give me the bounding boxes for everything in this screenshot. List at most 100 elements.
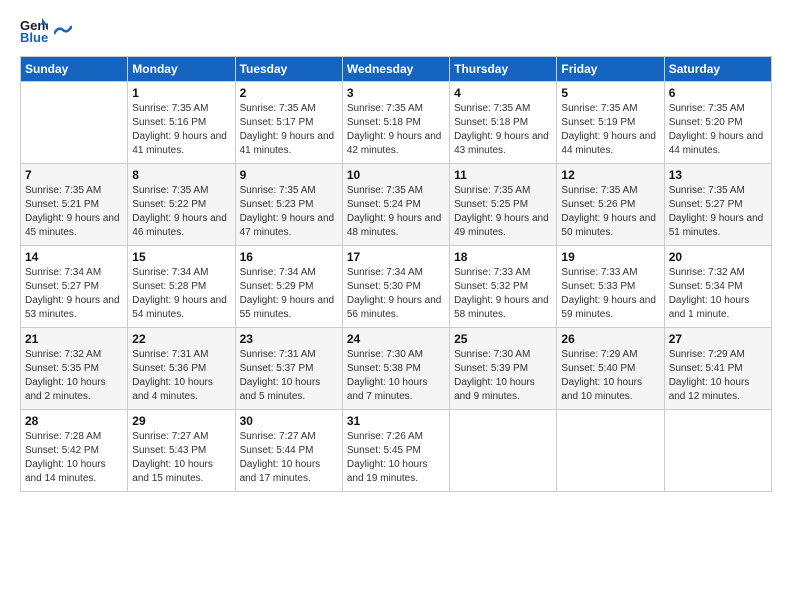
day-number: 12 xyxy=(561,168,659,182)
calendar-cell xyxy=(664,410,771,492)
daylight-text: Daylight: 9 hours and 42 minutes. xyxy=(347,130,445,158)
sunrise-text: Sunrise: 7:31 AM xyxy=(132,348,230,362)
weekday-saturday: Saturday xyxy=(664,57,771,82)
weekday-thursday: Thursday xyxy=(450,57,557,82)
sunset-text: Sunset: 5:36 PM xyxy=(132,362,230,376)
day-number: 6 xyxy=(669,86,767,100)
sunset-text: Sunset: 5:28 PM xyxy=(132,280,230,294)
day-number: 24 xyxy=(347,332,445,346)
sunset-text: Sunset: 5:18 PM xyxy=(454,116,552,130)
sunset-text: Sunset: 5:33 PM xyxy=(561,280,659,294)
calendar-cell: 13 Sunrise: 7:35 AM Sunset: 5:27 PM Dayl… xyxy=(664,164,771,246)
calendar-cell xyxy=(557,410,664,492)
daylight-text: Daylight: 10 hours and 4 minutes. xyxy=(132,376,230,404)
sunset-text: Sunset: 5:29 PM xyxy=(240,280,338,294)
sunrise-text: Sunrise: 7:35 AM xyxy=(347,102,445,116)
sunset-text: Sunset: 5:17 PM xyxy=(240,116,338,130)
weekday-wednesday: Wednesday xyxy=(342,57,449,82)
day-number: 11 xyxy=(454,168,552,182)
sunrise-text: Sunrise: 7:35 AM xyxy=(561,184,659,198)
day-number: 31 xyxy=(347,414,445,428)
weekday-header-row: SundayMondayTuesdayWednesdayThursdayFrid… xyxy=(21,57,772,82)
sunset-text: Sunset: 5:24 PM xyxy=(347,198,445,212)
daylight-text: Daylight: 9 hours and 51 minutes. xyxy=(669,212,767,240)
day-number: 30 xyxy=(240,414,338,428)
calendar-cell: 27 Sunrise: 7:29 AM Sunset: 5:41 PM Dayl… xyxy=(664,328,771,410)
weekday-tuesday: Tuesday xyxy=(235,57,342,82)
sunrise-text: Sunrise: 7:27 AM xyxy=(132,430,230,444)
logo-wave-icon xyxy=(54,24,72,36)
day-number: 1 xyxy=(132,86,230,100)
day-number: 17 xyxy=(347,250,445,264)
sunrise-text: Sunrise: 7:26 AM xyxy=(347,430,445,444)
sunrise-text: Sunrise: 7:35 AM xyxy=(240,184,338,198)
daylight-text: Daylight: 9 hours and 59 minutes. xyxy=(561,294,659,322)
sunset-text: Sunset: 5:35 PM xyxy=(25,362,123,376)
daylight-text: Daylight: 9 hours and 50 minutes. xyxy=(561,212,659,240)
svg-text:Blue: Blue xyxy=(20,30,48,44)
calendar-cell: 19 Sunrise: 7:33 AM Sunset: 5:33 PM Dayl… xyxy=(557,246,664,328)
sunset-text: Sunset: 5:27 PM xyxy=(25,280,123,294)
daylight-text: Daylight: 9 hours and 53 minutes. xyxy=(25,294,123,322)
sunset-text: Sunset: 5:44 PM xyxy=(240,444,338,458)
day-number: 5 xyxy=(561,86,659,100)
sunrise-text: Sunrise: 7:35 AM xyxy=(561,102,659,116)
day-number: 16 xyxy=(240,250,338,264)
day-number: 14 xyxy=(25,250,123,264)
sunrise-text: Sunrise: 7:35 AM xyxy=(25,184,123,198)
day-number: 26 xyxy=(561,332,659,346)
weekday-friday: Friday xyxy=(557,57,664,82)
calendar-cell: 5 Sunrise: 7:35 AM Sunset: 5:19 PM Dayli… xyxy=(557,82,664,164)
sunrise-text: Sunrise: 7:35 AM xyxy=(132,184,230,198)
sunrise-text: Sunrise: 7:28 AM xyxy=(25,430,123,444)
sunset-text: Sunset: 5:23 PM xyxy=(240,198,338,212)
daylight-text: Daylight: 9 hours and 43 minutes. xyxy=(454,130,552,158)
sunrise-text: Sunrise: 7:35 AM xyxy=(454,102,552,116)
calendar-cell: 3 Sunrise: 7:35 AM Sunset: 5:18 PM Dayli… xyxy=(342,82,449,164)
calendar-cell: 7 Sunrise: 7:35 AM Sunset: 5:21 PM Dayli… xyxy=(21,164,128,246)
day-number: 21 xyxy=(25,332,123,346)
daylight-text: Daylight: 9 hours and 58 minutes. xyxy=(454,294,552,322)
daylight-text: Daylight: 9 hours and 44 minutes. xyxy=(669,130,767,158)
sunset-text: Sunset: 5:37 PM xyxy=(240,362,338,376)
day-number: 20 xyxy=(669,250,767,264)
calendar-cell: 4 Sunrise: 7:35 AM Sunset: 5:18 PM Dayli… xyxy=(450,82,557,164)
sunset-text: Sunset: 5:41 PM xyxy=(669,362,767,376)
sunset-text: Sunset: 5:19 PM xyxy=(561,116,659,130)
calendar-cell: 11 Sunrise: 7:35 AM Sunset: 5:25 PM Dayl… xyxy=(450,164,557,246)
sunrise-text: Sunrise: 7:35 AM xyxy=(132,102,230,116)
day-number: 29 xyxy=(132,414,230,428)
calendar-cell: 26 Sunrise: 7:29 AM Sunset: 5:40 PM Dayl… xyxy=(557,328,664,410)
day-number: 7 xyxy=(25,168,123,182)
day-number: 27 xyxy=(669,332,767,346)
calendar-cell: 1 Sunrise: 7:35 AM Sunset: 5:16 PM Dayli… xyxy=(128,82,235,164)
calendar-cell: 23 Sunrise: 7:31 AM Sunset: 5:37 PM Dayl… xyxy=(235,328,342,410)
calendar-cell: 28 Sunrise: 7:28 AM Sunset: 5:42 PM Dayl… xyxy=(21,410,128,492)
calendar-cell: 17 Sunrise: 7:34 AM Sunset: 5:30 PM Dayl… xyxy=(342,246,449,328)
day-number: 2 xyxy=(240,86,338,100)
sunrise-text: Sunrise: 7:35 AM xyxy=(454,184,552,198)
sunset-text: Sunset: 5:20 PM xyxy=(669,116,767,130)
sunset-text: Sunset: 5:18 PM xyxy=(347,116,445,130)
day-number: 22 xyxy=(132,332,230,346)
daylight-text: Daylight: 10 hours and 19 minutes. xyxy=(347,458,445,486)
daylight-text: Daylight: 9 hours and 46 minutes. xyxy=(132,212,230,240)
sunset-text: Sunset: 5:40 PM xyxy=(561,362,659,376)
calendar-cell: 10 Sunrise: 7:35 AM Sunset: 5:24 PM Dayl… xyxy=(342,164,449,246)
daylight-text: Daylight: 10 hours and 2 minutes. xyxy=(25,376,123,404)
calendar-cell: 24 Sunrise: 7:30 AM Sunset: 5:38 PM Dayl… xyxy=(342,328,449,410)
sunset-text: Sunset: 5:26 PM xyxy=(561,198,659,212)
calendar-week-row: 28 Sunrise: 7:28 AM Sunset: 5:42 PM Dayl… xyxy=(21,410,772,492)
sunrise-text: Sunrise: 7:33 AM xyxy=(454,266,552,280)
sunrise-text: Sunrise: 7:27 AM xyxy=(240,430,338,444)
sunrise-text: Sunrise: 7:29 AM xyxy=(561,348,659,362)
calendar-cell: 20 Sunrise: 7:32 AM Sunset: 5:34 PM Dayl… xyxy=(664,246,771,328)
calendar-cell: 22 Sunrise: 7:31 AM Sunset: 5:36 PM Dayl… xyxy=(128,328,235,410)
calendar-cell: 18 Sunrise: 7:33 AM Sunset: 5:32 PM Dayl… xyxy=(450,246,557,328)
daylight-text: Daylight: 10 hours and 12 minutes. xyxy=(669,376,767,404)
sunset-text: Sunset: 5:30 PM xyxy=(347,280,445,294)
daylight-text: Daylight: 10 hours and 15 minutes. xyxy=(132,458,230,486)
calendar-cell: 8 Sunrise: 7:35 AM Sunset: 5:22 PM Dayli… xyxy=(128,164,235,246)
calendar-cell: 25 Sunrise: 7:30 AM Sunset: 5:39 PM Dayl… xyxy=(450,328,557,410)
calendar-cell: 29 Sunrise: 7:27 AM Sunset: 5:43 PM Dayl… xyxy=(128,410,235,492)
